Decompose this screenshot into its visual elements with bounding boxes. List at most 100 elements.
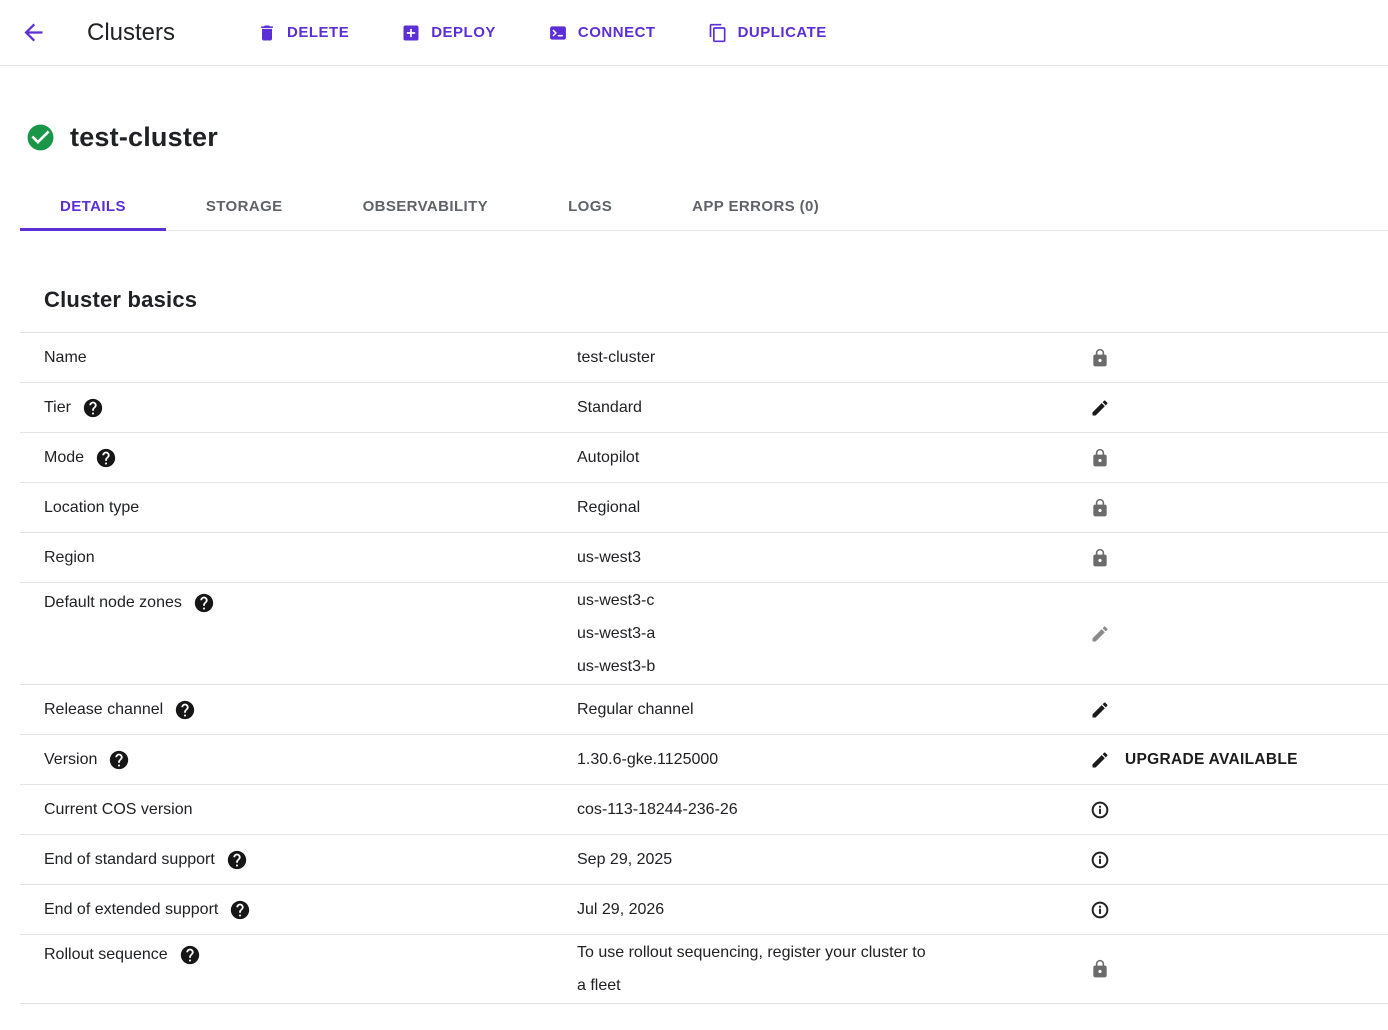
row-label: Default node zones <box>44 594 182 612</box>
help-icon[interactable] <box>95 447 117 469</box>
row-value: us-west3-c <box>577 584 1050 617</box>
table-row-default-node-zones: Default node zones us-west3-cus-west3-au… <box>20 582 1388 684</box>
row-label: End of standard support <box>44 851 215 869</box>
row-label-cell: Current COS version <box>44 801 577 819</box>
back-arrow-icon <box>20 19 47 46</box>
help-icon[interactable] <box>229 899 251 921</box>
row-icons-cell <box>1090 624 1110 644</box>
help-icon[interactable] <box>226 849 248 871</box>
tab-label: LOGS <box>568 198 612 215</box>
deploy-button[interactable]: DEPLOY <box>389 15 508 51</box>
row-value: us-west3 <box>577 541 1050 574</box>
delete-button[interactable]: DELETE <box>245 15 361 51</box>
row-label-cell: Name <box>44 349 577 367</box>
row-label-cell: Release channel <box>44 699 577 721</box>
info-icon[interactable] <box>1090 850 1110 870</box>
row-value: Autopilot <box>577 441 1050 474</box>
tab-app-errors-0[interactable]: APP ERRORS (0) <box>652 182 859 230</box>
table-row-region: Region us-west3 <box>20 532 1388 582</box>
row-label: Region <box>44 549 95 567</box>
row-label: Mode <box>44 449 84 467</box>
row-label-cell: Tier <box>44 397 577 419</box>
row-value: Jul 29, 2026 <box>577 893 1050 926</box>
table-row-version: Version 1.30.6-gke.1125000 UPGRADE AVAIL… <box>20 734 1388 784</box>
upgrade-available-action[interactable]: UPGRADE AVAILABLE <box>1125 751 1298 769</box>
row-value-cell: us-west3-cus-west3-aus-west3-b <box>577 583 1050 684</box>
cluster-header: test-cluster <box>25 122 1388 153</box>
row-label-cell: End of standard support <box>44 849 577 871</box>
row-label-cell: Mode <box>44 447 577 469</box>
row-label: Location type <box>44 499 139 517</box>
info-icon[interactable] <box>1090 900 1110 920</box>
row-icons-cell <box>1090 498 1110 518</box>
table-row-release-channel: Release channel Regular channel <box>20 684 1388 734</box>
table-row-end-of-standard-support: End of standard support Sep 29, 2025 <box>20 834 1388 884</box>
table-row-current-cos-version: Current COS version cos-113-18244-236-26 <box>20 784 1388 834</box>
row-label: Version <box>44 751 97 769</box>
plus-box-icon <box>401 23 421 43</box>
table-row-name: Name test-cluster <box>20 332 1388 382</box>
row-value: To use rollout sequencing, register your… <box>577 936 1050 969</box>
tab-logs[interactable]: LOGS <box>528 182 652 230</box>
edit-icon[interactable] <box>1090 750 1110 770</box>
row-icons-cell <box>1090 398 1110 418</box>
row-icons-cell <box>1090 800 1110 820</box>
tab-label: OBSERVABILITY <box>363 198 489 215</box>
tab-observability[interactable]: OBSERVABILITY <box>323 182 529 230</box>
toolbar-actions: DELETE DEPLOY CONNECT DUPLICATE <box>245 15 839 51</box>
row-value-cell: cos-113-18244-236-26 <box>577 793 1050 826</box>
help-icon[interactable] <box>174 699 196 721</box>
table-row-mode: Mode Autopilot <box>20 432 1388 482</box>
table-row-location-type: Location type Regional <box>20 482 1388 532</box>
tab-storage[interactable]: STORAGE <box>166 182 323 230</box>
edit-icon[interactable] <box>1090 700 1110 720</box>
duplicate-button[interactable]: DUPLICATE <box>696 15 839 51</box>
row-icons-cell <box>1090 850 1110 870</box>
action-label: CONNECT <box>578 24 656 41</box>
table-row-rollout-sequence: Rollout sequence To use rollout sequenci… <box>20 934 1388 1004</box>
row-value: Sep 29, 2025 <box>577 843 1050 876</box>
row-label: Name <box>44 349 87 367</box>
lock-icon <box>1090 448 1110 468</box>
row-value: us-west3-b <box>577 650 1050 683</box>
tab-label: DETAILS <box>60 198 126 215</box>
tab-details[interactable]: DETAILS <box>20 182 166 230</box>
info-icon[interactable] <box>1090 800 1110 820</box>
trash-icon <box>257 23 277 43</box>
row-label-cell: Region <box>44 549 577 567</box>
edit-icon[interactable] <box>1090 398 1110 418</box>
row-icons-cell: UPGRADE AVAILABLE <box>1090 750 1298 770</box>
row-value: Regional <box>577 491 1050 524</box>
row-icons-cell <box>1090 900 1110 920</box>
row-label-cell: Default node zones <box>44 592 577 614</box>
row-value: Standard <box>577 391 1050 424</box>
cluster-name: test-cluster <box>70 122 218 153</box>
row-label: Rollout sequence <box>44 946 168 964</box>
lock-icon <box>1090 348 1110 368</box>
edit-disabled-icon[interactable] <box>1090 624 1110 644</box>
status-ok-icon <box>25 122 56 153</box>
row-value-cell: Jul 29, 2026 <box>577 893 1050 926</box>
row-label-cell: Version <box>44 749 577 771</box>
row-value: a fleet <box>577 969 1050 1002</box>
help-icon[interactable] <box>108 749 130 771</box>
action-label: DELETE <box>287 24 349 41</box>
row-value: us-west3-a <box>577 617 1050 650</box>
tab-label: APP ERRORS (0) <box>692 198 819 215</box>
page-title: Clusters <box>87 19 175 47</box>
row-icons-cell <box>1090 700 1110 720</box>
copy-icon <box>708 23 728 43</box>
connect-button[interactable]: CONNECT <box>536 15 668 51</box>
help-icon[interactable] <box>179 944 201 966</box>
help-icon[interactable] <box>82 397 104 419</box>
cluster-basics-table: Name test-cluster Tier Standard Mode Aut… <box>20 332 1388 1004</box>
action-label: DEPLOY <box>431 24 496 41</box>
back-button[interactable] <box>12 12 54 54</box>
row-label: End of extended support <box>44 901 218 919</box>
row-value-cell: Autopilot <box>577 441 1050 474</box>
row-label: Release channel <box>44 701 163 719</box>
row-icons-cell <box>1090 448 1110 468</box>
row-value: Regular channel <box>577 693 1050 726</box>
help-icon[interactable] <box>193 592 215 614</box>
row-value: cos-113-18244-236-26 <box>577 793 1050 826</box>
